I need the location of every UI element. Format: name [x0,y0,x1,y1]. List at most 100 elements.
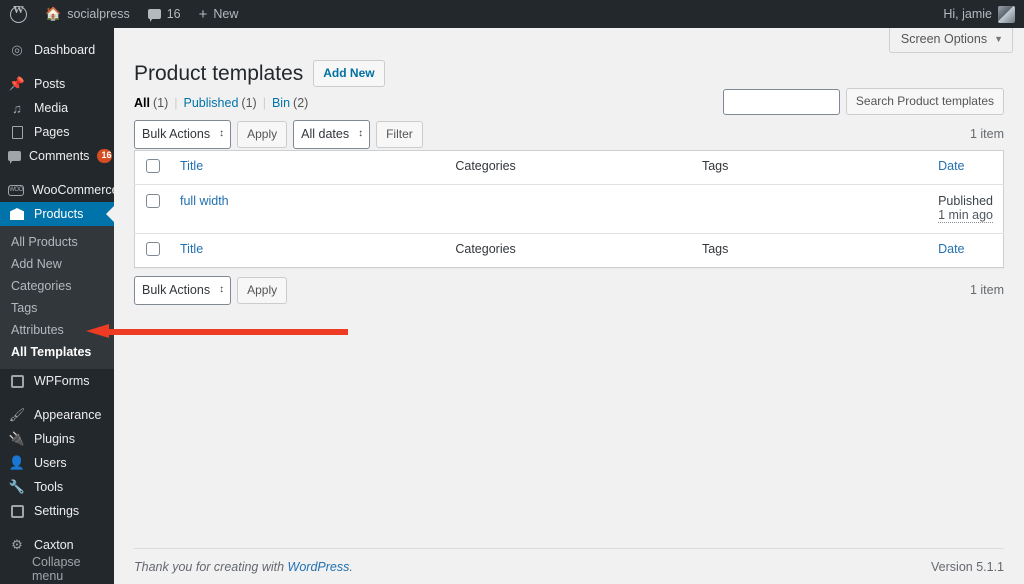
account-menu-button[interactable]: Hi, jamie [934,0,1024,28]
search-input[interactable] [722,88,840,115]
sidebar-item-users[interactable]: 👤 Users [0,451,114,475]
apply-button-bottom[interactable]: Apply [237,276,288,304]
column-footer-categories: Categories [445,233,692,268]
filter-all-link[interactable]: All [134,96,150,110]
sidebar-item-label: Pages [34,125,70,139]
column-header-title[interactable]: Title [170,150,446,186]
sidebar-item-label: WPForms [34,374,90,388]
page-header: Product templates Add New [134,58,1004,88]
column-header-date-link[interactable]: Date [938,159,964,173]
table-nav-bottom: Bulk Actions Apply 1 item [134,274,1004,306]
site-name-button[interactable]: 🏠 socialpress [36,0,139,28]
row-title-link[interactable]: full width [180,194,229,208]
add-new-button[interactable]: Add New [313,60,385,88]
sidebar-item-woocommerce[interactable]: WOO WooCommerce [0,178,119,202]
filter-bin[interactable]: Bin (2) [272,96,308,110]
sidebar-item-appearance[interactable]: 🖌 Appearance [0,403,114,427]
page-title: Product templates [134,62,304,85]
column-footer-date-link[interactable]: Date [938,242,964,256]
select-all-checkbox-bottom[interactable] [146,242,160,257]
media-icon: ♫ [12,100,22,116]
submenu-item-tags[interactable]: Tags [0,297,114,319]
comment-bubble-icon [8,151,21,164]
comments-badge: 16 [97,149,113,163]
column-footer-title-link[interactable]: Title [180,242,203,256]
table-row[interactable]: full width Published 1 min ago [135,185,1004,234]
page-icon [8,125,26,139]
sidebar-item-products[interactable]: Products [0,202,114,226]
submenu-item-add-new[interactable]: Add New [0,253,114,275]
new-label: New [213,7,239,21]
admin-sidebar: ◎ Dashboard 📌 Posts ♫ Media Pages Commen… [0,28,119,584]
plugins-plug-icon: 🔌 [8,431,26,446]
table-body: full width Published 1 min ago [135,185,1004,234]
table-nav-top: Bulk Actions Apply All dates Filter 1 it… [134,118,1004,150]
column-header-date[interactable]: Date [928,150,1004,186]
comments-bubble-button[interactable]: 16 [139,0,190,28]
filter-published-link[interactable]: Published [184,96,239,110]
comments-count-label: 16 [166,7,181,21]
pin-icon: 📌 [8,76,26,91]
row-checkbox-cell [135,185,171,234]
filter-all-count: (1) [152,96,169,111]
filter-button[interactable]: Filter [376,120,423,148]
bulk-actions-select-bottom[interactable]: Bulk Actions [134,275,232,305]
date-filter-select[interactable]: All dates [293,119,371,149]
filter-all[interactable]: All (1) | [134,96,184,110]
greeting-label: Hi, jamie [943,7,992,21]
dashboard-icon: ◎ [11,42,23,57]
footer-thanks-suffix: . [349,559,353,574]
filter-bin-link[interactable]: Bin [272,96,290,110]
row-title-cell: full width [170,185,445,234]
row-date-cell: Published 1 min ago [928,185,1003,234]
search-submit-button[interactable]: Search Product templates [845,88,1004,115]
sidebar-item-pages[interactable]: Pages [0,120,114,144]
menu-spacer [0,168,114,178]
row-select-checkbox[interactable] [146,194,160,209]
filter-bin-count: (2) [293,96,309,111]
menu-spacer [0,28,114,38]
sidebar-item-dashboard[interactable]: ◎ Dashboard [0,38,114,62]
screen-options-button[interactable]: Screen Options ▼ [888,28,1013,53]
sidebar-item-wpforms[interactable]: WPForms [0,369,114,393]
collapse-menu-button[interactable]: ◀ Collapse menu [0,555,114,583]
column-footer-title[interactable]: Title [170,233,446,268]
avatar [998,5,1015,23]
settings-sliders-icon [8,504,26,518]
wpforms-icon [8,374,26,388]
wordpress-link[interactable]: WordPress [288,560,350,574]
item-count-bottom: 1 item [969,283,1004,298]
row-categories-cell [445,185,692,234]
woocommerce-icon: WOO [8,184,24,196]
collapse-menu-label: Collapse menu [31,555,81,583]
sidebar-item-settings[interactable]: Settings [0,499,114,523]
sidebar-item-label: Users [34,456,67,470]
sidebar-item-label: Products [34,207,84,221]
wordpress-logo-button[interactable] [0,0,36,28]
sidebar-item-media[interactable]: ♫ Media [0,96,114,120]
filter-published[interactable]: Published (1) | [184,96,272,110]
submenu-item-all-products[interactable]: All Products [0,231,114,253]
menu-spacer [0,523,114,533]
select-all-checkbox-top[interactable] [146,159,160,174]
tools-wrench-icon: 🔧 [8,479,26,494]
sidebar-item-label: Dashboard [34,43,96,57]
filter-published-count: (1) [241,96,257,111]
column-header-title-link[interactable]: Title [180,159,203,173]
menu-spacer [0,62,114,72]
sidebar-item-caxton[interactable]: ⚙ Caxton [0,533,114,557]
sidebar-item-comments[interactable]: Comments 16 [0,144,114,168]
sidebar-item-plugins[interactable]: 🔌 Plugins [0,427,114,451]
submenu-item-categories[interactable]: Categories [0,275,114,297]
sidebar-item-label: WooCommerce [32,183,119,197]
sidebar-item-tools[interactable]: 🔧 Tools [0,475,114,499]
sidebar-item-label: Caxton [34,538,74,552]
column-footer-date[interactable]: Date [928,233,1004,268]
bulk-actions-select-top[interactable]: Bulk Actions [134,119,232,149]
new-content-button[interactable]: + New [190,0,248,28]
sidebar-item-posts[interactable]: 📌 Posts [0,72,114,96]
submenu-item-all-templates[interactable]: All Templates [0,341,114,363]
screen-options-label: Screen Options [900,32,988,46]
apply-button-top[interactable]: Apply [237,120,288,148]
products-box-icon [8,208,26,220]
